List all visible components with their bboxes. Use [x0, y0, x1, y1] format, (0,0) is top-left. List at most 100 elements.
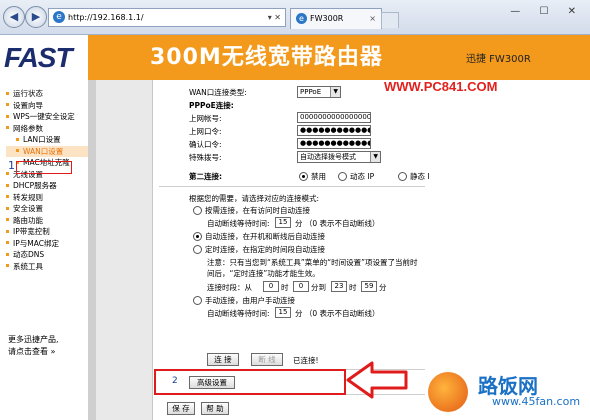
- divider: [159, 186, 425, 187]
- banner-model: 迅捷 FW300R: [466, 54, 531, 65]
- sidebar-item-label: 系统工具: [13, 261, 43, 271]
- sidebar-item-label: 网络参数: [13, 123, 43, 133]
- sidebar-item-wps[interactable]: WPS一键安全设定: [6, 111, 88, 123]
- logo-area: FAST: [0, 35, 88, 80]
- second-option-disable[interactable]: 禁用: [299, 171, 326, 182]
- idle-time-input[interactable]: 15: [275, 217, 291, 228]
- start-minute-input[interactable]: 0: [293, 281, 309, 292]
- right-margin: [430, 80, 590, 420]
- option-label: 自动连接，在开机和断线后自动连接: [205, 232, 325, 241]
- help-button[interactable]: 帮 助: [201, 402, 229, 415]
- idle-time-label: 自动断线等待时间:: [207, 219, 270, 228]
- end-hour-input[interactable]: 23: [331, 281, 347, 292]
- sidebar-item-bandwidth[interactable]: IP带宽控制: [6, 226, 88, 238]
- more-products-link[interactable]: 更多迅捷产品, 请点击查看 »: [8, 334, 59, 358]
- address-tools-icon[interactable]: ▾ ✕: [268, 9, 281, 26]
- sidebar-item-wan[interactable]: WAN口设置: [6, 145, 88, 157]
- step-marker-2: 2: [172, 376, 178, 386]
- sidebar-item-label: WAN口设置: [23, 146, 64, 156]
- schedule-period-label: 连接时段：从: [207, 283, 252, 292]
- hour-unit-label: 时: [281, 283, 289, 292]
- option-label: 禁用: [311, 172, 326, 181]
- address-url: http://192.168.1.1/: [68, 13, 144, 22]
- frame-divider: [88, 80, 152, 420]
- to-label: 分到: [311, 283, 326, 292]
- mode-auto[interactable]: 自动连接，在开机和断线后自动连接: [193, 231, 325, 242]
- browser-toolbar: ◀ ▶ e http://192.168.1.1/ ▾ ✕ e FW300R × —…: [0, 0, 590, 35]
- more-line-2: 请点击查看 »: [8, 347, 56, 356]
- pc841-watermark: WWW.PC841.COM: [384, 79, 498, 94]
- sidebar-item-ddns[interactable]: 动态DNS: [6, 249, 88, 261]
- password-label: 上网口令:: [189, 127, 222, 136]
- bullet-icon: [6, 114, 9, 118]
- advanced-highlight-box: [154, 369, 346, 395]
- sidebar-item-label: IP与MAC绑定: [13, 238, 59, 248]
- wan-type-select[interactable]: PPPoE ▼: [297, 86, 341, 98]
- second-connection-label: 第二连接:: [189, 172, 222, 181]
- schedule-note: 注意：只有当您到“系统工具”菜单的“时间设置”项设置了当前时间后，“定时连接”功…: [207, 258, 418, 278]
- ie-icon: e: [53, 11, 65, 23]
- site-watermark-url: www.45fan.com: [492, 395, 581, 408]
- tab-fw300r[interactable]: e FW300R ×: [290, 8, 382, 29]
- router-banner: FAST 300M无线宽带路由器 迅捷 FW300R: [0, 35, 590, 80]
- sidebar-item-label: 设置向导: [13, 100, 43, 110]
- banner-title: 300M无线宽带路由器: [150, 45, 383, 70]
- sidebar-item-ip-mac[interactable]: IP与MAC绑定: [6, 238, 88, 250]
- option-label: 按需连接，在有访问时自动连接: [205, 206, 310, 215]
- sidebar-item-forwarding[interactable]: 转发规则: [6, 192, 88, 204]
- sidebar-item-security[interactable]: 安全设置: [6, 203, 88, 215]
- sidebar-item-status[interactable]: 运行状态: [6, 88, 88, 100]
- dial-mode-select[interactable]: 自动选择拨号模式 ▼: [297, 151, 381, 163]
- sidebar-item-routing[interactable]: 路由功能: [6, 215, 88, 227]
- radio-icon: [193, 205, 202, 215]
- minute-unit-label: 分: [379, 283, 387, 292]
- bullet-icon: [6, 183, 9, 187]
- idle-time-input-2[interactable]: 15: [275, 307, 291, 318]
- wan-type-label: WAN口连接类型:: [189, 88, 247, 97]
- tab-title: FW300R: [310, 14, 344, 23]
- mode-manual[interactable]: 手动连接，由用户手动连接: [193, 295, 295, 306]
- save-button[interactable]: 保 存: [167, 402, 195, 415]
- pppoe-header: PPPoE连接:: [189, 101, 234, 110]
- disconnect-button[interactable]: 断 线: [251, 353, 283, 366]
- sidebar-item-lan[interactable]: LAN口设置: [6, 134, 88, 146]
- confirm-password-input[interactable]: ●●●●●●●●●●●●●: [297, 138, 371, 149]
- sidebar-item-system[interactable]: 系统工具: [6, 261, 88, 273]
- bullet-icon: [16, 137, 19, 141]
- address-bar[interactable]: e http://192.168.1.1/ ▾ ✕: [48, 8, 286, 27]
- account-input[interactable]: 0000000000000000: [297, 112, 371, 123]
- dial-mode-value: 自动选择拨号模式: [300, 153, 356, 161]
- sidebar-item-dhcp[interactable]: DHCP服务器: [6, 180, 88, 192]
- bullet-icon: [6, 195, 9, 198]
- second-option-dynamic[interactable]: 动态 IP: [338, 171, 374, 182]
- frame-splitter[interactable]: [88, 80, 96, 420]
- end-minute-input[interactable]: 59: [361, 281, 377, 292]
- radio-icon: [398, 171, 407, 181]
- option-label: 定时连接，在指定的时间段自动连接: [205, 245, 325, 254]
- password-input[interactable]: ●●●●●●●●●●●●●: [297, 125, 371, 136]
- radio-icon: [193, 244, 202, 254]
- bullet-icon: [6, 172, 9, 175]
- close-tab-icon[interactable]: ×: [369, 9, 376, 29]
- second-option-static[interactable]: 静态 IP: [398, 171, 434, 182]
- start-hour-input[interactable]: 0: [263, 281, 279, 292]
- radio-checked-icon: [193, 231, 202, 241]
- forward-button[interactable]: ▶: [25, 6, 47, 28]
- sidebar-menu: 运行状态 设置向导 WPS一键安全设定 网络参数 LAN口设置 WAN口设置 M…: [0, 80, 88, 420]
- back-button[interactable]: ◀: [3, 6, 25, 28]
- mode-on-demand[interactable]: 按需连接，在有访问时自动连接: [193, 205, 310, 216]
- sidebar-item-label: 路由功能: [13, 215, 43, 225]
- mode-scheduled[interactable]: 定时连接，在指定的时间段自动连接: [193, 244, 325, 255]
- sidebar-item-network[interactable]: 网络参数: [6, 123, 88, 135]
- new-tab-button[interactable]: [381, 12, 399, 28]
- window-controls[interactable]: — ☐ ✕: [510, 6, 584, 17]
- bullet-icon: [6, 206, 9, 210]
- sidebar-item-wizard[interactable]: 设置向导: [6, 100, 88, 112]
- fast-logo: FAST: [4, 42, 73, 73]
- sidebar-item-label: 安全设置: [13, 204, 43, 213]
- bullet-icon: [6, 264, 9, 267]
- connect-button[interactable]: 连 接: [207, 353, 239, 366]
- step-marker-1: 1: [8, 159, 15, 172]
- site-logo-icon: [428, 372, 468, 412]
- chevron-down-icon: ▼: [373, 153, 378, 160]
